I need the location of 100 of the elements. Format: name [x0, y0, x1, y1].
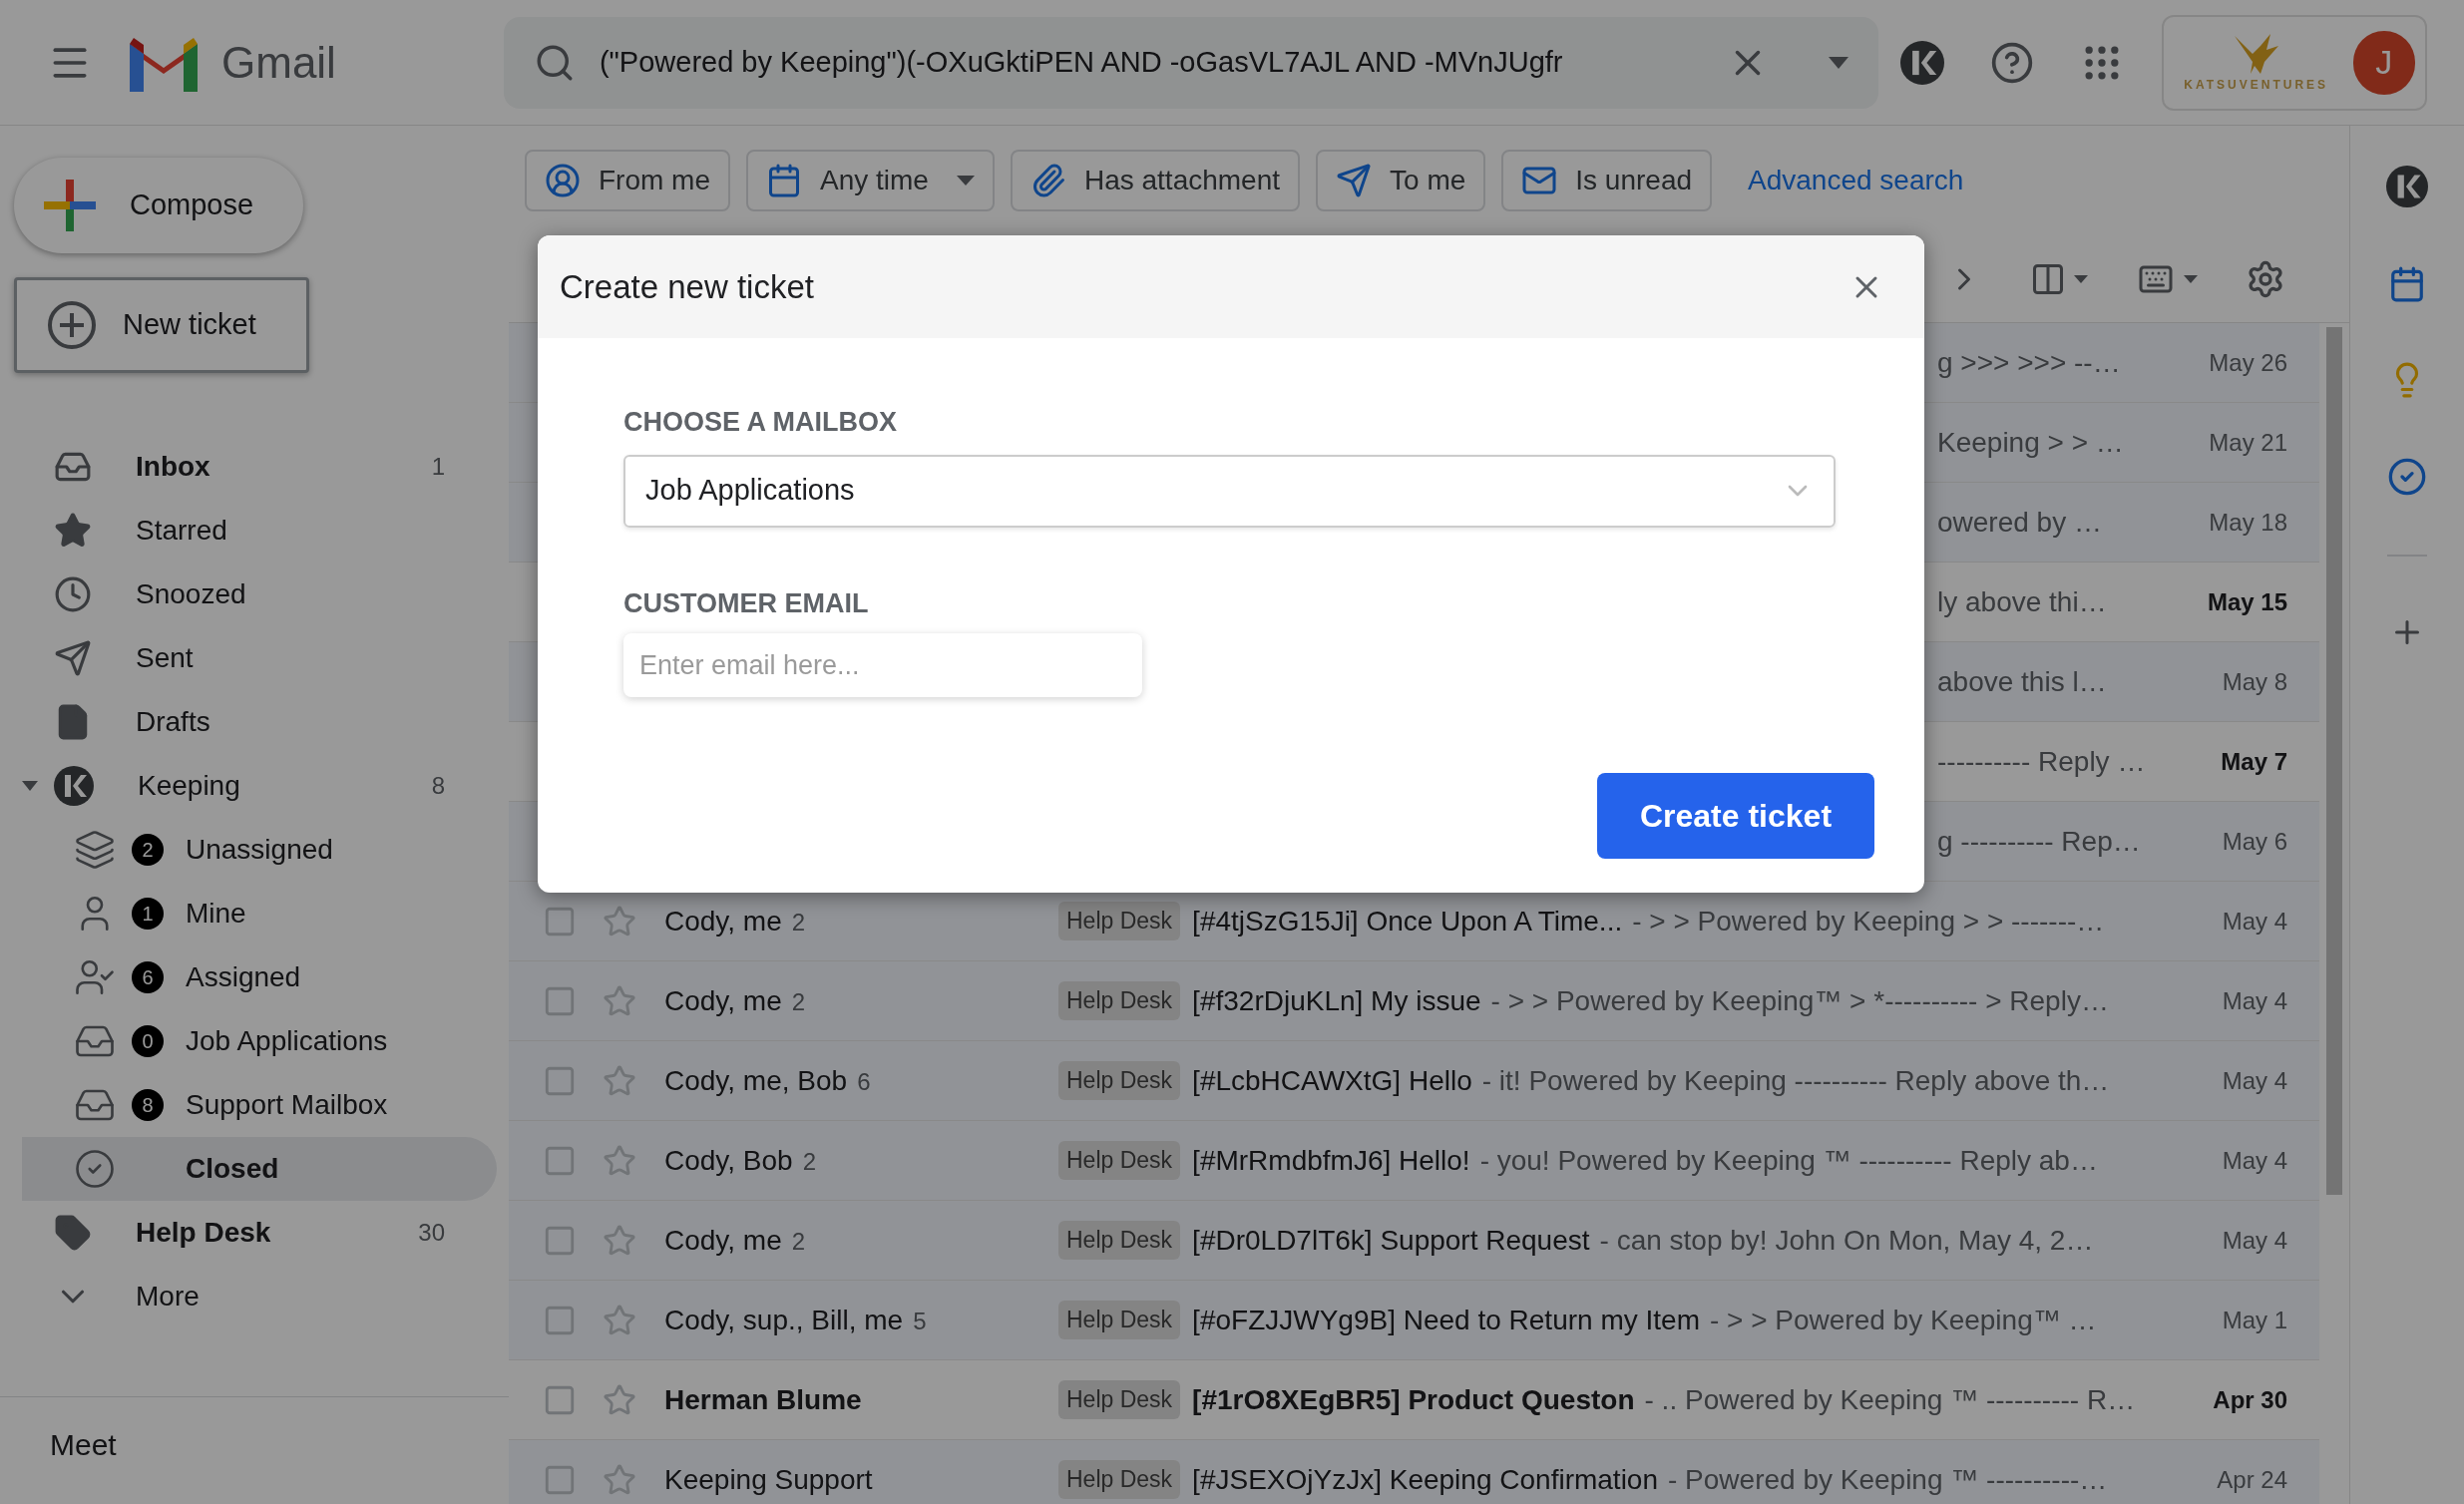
star-icon[interactable] — [603, 1303, 636, 1337]
email-input-field[interactable]: Enter email here... — [623, 633, 1142, 697]
email-date: May 4 — [2222, 1225, 2287, 1256]
count-badge: 8 — [132, 1089, 164, 1121]
check-circle-icon — [74, 1148, 116, 1190]
email-date: May 21 — [2209, 427, 2287, 458]
email-date: Apr 30 — [2213, 1384, 2287, 1415]
expand-caret-icon[interactable] — [22, 781, 38, 791]
email-row[interactable]: Cody, sup., Bill, me 5 Help Desk [#oFZJJWYg9B] Need to Return my Item - > > Powered by Keeping™ … May 1 — [509, 1281, 2319, 1360]
snippet: - > > Powered by Keeping™ … — [1709, 1303, 2097, 1337]
snippet: owered by … — [1937, 505, 2102, 540]
sidebar-item[interactable]: More — [0, 1265, 475, 1328]
email-row[interactable]: Cody, me 2 Help Desk [#Dr0LD7lT6k] Support Request - can stop by! John On Mon, May 4, 2… May 4 — [509, 1201, 2319, 1281]
sidebar-item[interactable]: Inbox 1 — [0, 435, 475, 499]
sender: Cody, me 2 — [664, 983, 807, 1018]
mailbox-select[interactable]: Job Applications — [623, 454, 1836, 528]
subject: [#oFZJJWYg9B] Need to Return my Item — [1192, 1303, 1700, 1337]
avatar[interactable]: J — [2352, 30, 2415, 95]
compose-button[interactable]: Compose — [14, 158, 303, 253]
sidebar-item[interactable]: Help Desk 30 — [0, 1201, 475, 1265]
sidebar-item[interactable]: Keeping 8 — [0, 754, 475, 818]
subject: [#JSEXOjYzJx] Keeping Confirmation — [1192, 1462, 1658, 1497]
snippet: ---------- Reply … — [1937, 744, 2146, 779]
snippet: - it! Powered by Keeping ---------- Reply above th… — [1481, 1063, 2110, 1098]
dialog-title: Create new ticket — [560, 266, 815, 307]
label-chip: Help Desk — [1058, 902, 1181, 940]
scrollbar-thumb[interactable] — [2326, 327, 2342, 1195]
star-icon[interactable] — [603, 1143, 636, 1178]
search-field[interactable]: ("Powered by Keeping")(-OXuGktiPEN AND -oGasVL7AJL AND -MVnJUgfr — [503, 16, 1878, 109]
snippet: g >>> >>> --… — [1937, 345, 2121, 380]
email-date: May 1 — [2222, 1305, 2287, 1335]
star-icon[interactable] — [603, 1382, 636, 1417]
label-chip: Help Desk — [1058, 1221, 1181, 1260]
star-icon[interactable] — [603, 904, 636, 939]
snippet: - Powered by Keeping ™ ----------… — [1668, 1462, 2108, 1497]
help-icon[interactable] — [1989, 40, 2034, 85]
account-panel[interactable]: KATSUVENTURES J — [2161, 14, 2427, 111]
email-date: May 4 — [2222, 1065, 2287, 1096]
email-row[interactable]: Cody, me 2 Help Desk [#f32rDjuKLn] My issue - > > Powered by Keeping™ > *---------- > Reply… May 4 — [509, 961, 2319, 1041]
calendar-icon[interactable] — [2388, 265, 2426, 303]
snippet: - can stop by! John On Mon, May 4, 2… — [1599, 1223, 2094, 1258]
sidebar-item[interactable]: Starred — [0, 499, 475, 563]
clock-icon — [54, 575, 92, 613]
subject: [#LcbHCAWXtG] Hello — [1192, 1063, 1472, 1098]
customer-email-label: CUSTOMER EMAIL — [623, 586, 870, 620]
advanced-search-link[interactable]: Advanced search — [1748, 160, 1964, 201]
email-date: May 4 — [2222, 1145, 2287, 1176]
filter-chip[interactable]: From me — [525, 150, 730, 211]
keeping-logo-icon — [54, 766, 94, 806]
filter-chip[interactable]: To me — [1316, 150, 1486, 211]
sidebar-item[interactable]: 1 Mine — [22, 882, 497, 945]
mailbox-label: CHOOSE A MAILBOX — [623, 406, 898, 439]
count-badge: 0 — [132, 1025, 164, 1057]
send-icon — [1336, 163, 1373, 198]
count-badge: 6 — [132, 961, 164, 993]
sender: Cody, me 2 — [664, 904, 807, 939]
sender: Cody, Bob 2 — [664, 1143, 818, 1178]
star-icon[interactable] — [603, 1462, 636, 1497]
snippet: Keeping > > … — [1937, 425, 2124, 460]
tag-icon — [54, 1214, 92, 1252]
layers-icon — [74, 829, 116, 871]
sender: Cody, me 2 — [664, 1223, 807, 1258]
check-circle-icon[interactable] — [2387, 457, 2427, 497]
star-icon[interactable] — [603, 1223, 636, 1258]
email-row[interactable]: Cody, Bob 2 Help Desk [#MrRmdbfmJ6] Hello! - you! Powered by Keeping ™ ---------- Reply ab… May 4 — [509, 1121, 2319, 1201]
keeping-logo-icon — [1899, 40, 1944, 85]
filter-chip[interactable]: Has attachment — [1010, 150, 1301, 211]
email-date: May 7 — [2221, 746, 2287, 777]
subject: [#MrRmdbfmJ6] Hello! — [1192, 1143, 1470, 1178]
label-chip: Help Desk — [1058, 1301, 1181, 1339]
subject: [#1rO8XEgBR5] Product Queston — [1192, 1382, 1635, 1417]
caret-icon[interactable] — [1828, 56, 1848, 69]
count-badge: 2 — [132, 834, 164, 866]
caret-icon — [2074, 274, 2088, 283]
label-chip: Help Desk — [1058, 1460, 1181, 1499]
sidebar-item[interactable]: 0 Job Applications — [22, 1009, 497, 1073]
sidebar-item[interactable]: Drafts — [0, 690, 475, 754]
count-badge: 1 — [132, 898, 164, 930]
sidebar-item[interactable]: Sent — [0, 626, 475, 690]
sidebar-item[interactable]: 2 Unassigned — [22, 818, 497, 882]
label-chip: Help Desk — [1058, 1141, 1181, 1180]
filter-chip[interactable]: Is unread — [1501, 150, 1713, 211]
create-ticket-button[interactable]: Create ticket — [1597, 773, 1874, 859]
settings-icon[interactable] — [2246, 258, 2285, 299]
email-row[interactable]: Cody, me, Bob 6 Help Desk [#LcbHCAWXtG] Hello - it! Powered by Keeping ---------- Reply above th… May 4 — [509, 1041, 2319, 1121]
sidebar-item[interactable]: 8 Support Mailbox — [22, 1073, 497, 1137]
email-date: May 15 — [2207, 586, 2287, 617]
user-circle-icon — [545, 163, 581, 198]
snippet: - you! Powered by Keeping ™ ---------- Reply ab… — [1479, 1143, 2098, 1178]
sidebar-item[interactable]: Closed — [22, 1137, 497, 1201]
sidebar-item[interactable]: Snoozed — [0, 563, 475, 626]
star-icon[interactable] — [603, 1063, 636, 1098]
sidebar-item[interactable]: 6 Assigned — [22, 945, 497, 1009]
star-icon[interactable] — [603, 983, 636, 1018]
filter-chip[interactable]: Any time — [746, 150, 995, 211]
sender: Cody, me, Bob 6 — [664, 1063, 872, 1098]
sender: Keeping Support — [664, 1462, 874, 1497]
email-date: May 4 — [2222, 985, 2287, 1016]
email-row[interactable]: Keeping Support Help Desk [#JSEXOjYzJx] Keeping Confirmation - Powered by Keeping ™ ----------… Apr 24 — [509, 1440, 2319, 1504]
new-ticket-button[interactable]: New ticket — [14, 277, 309, 373]
